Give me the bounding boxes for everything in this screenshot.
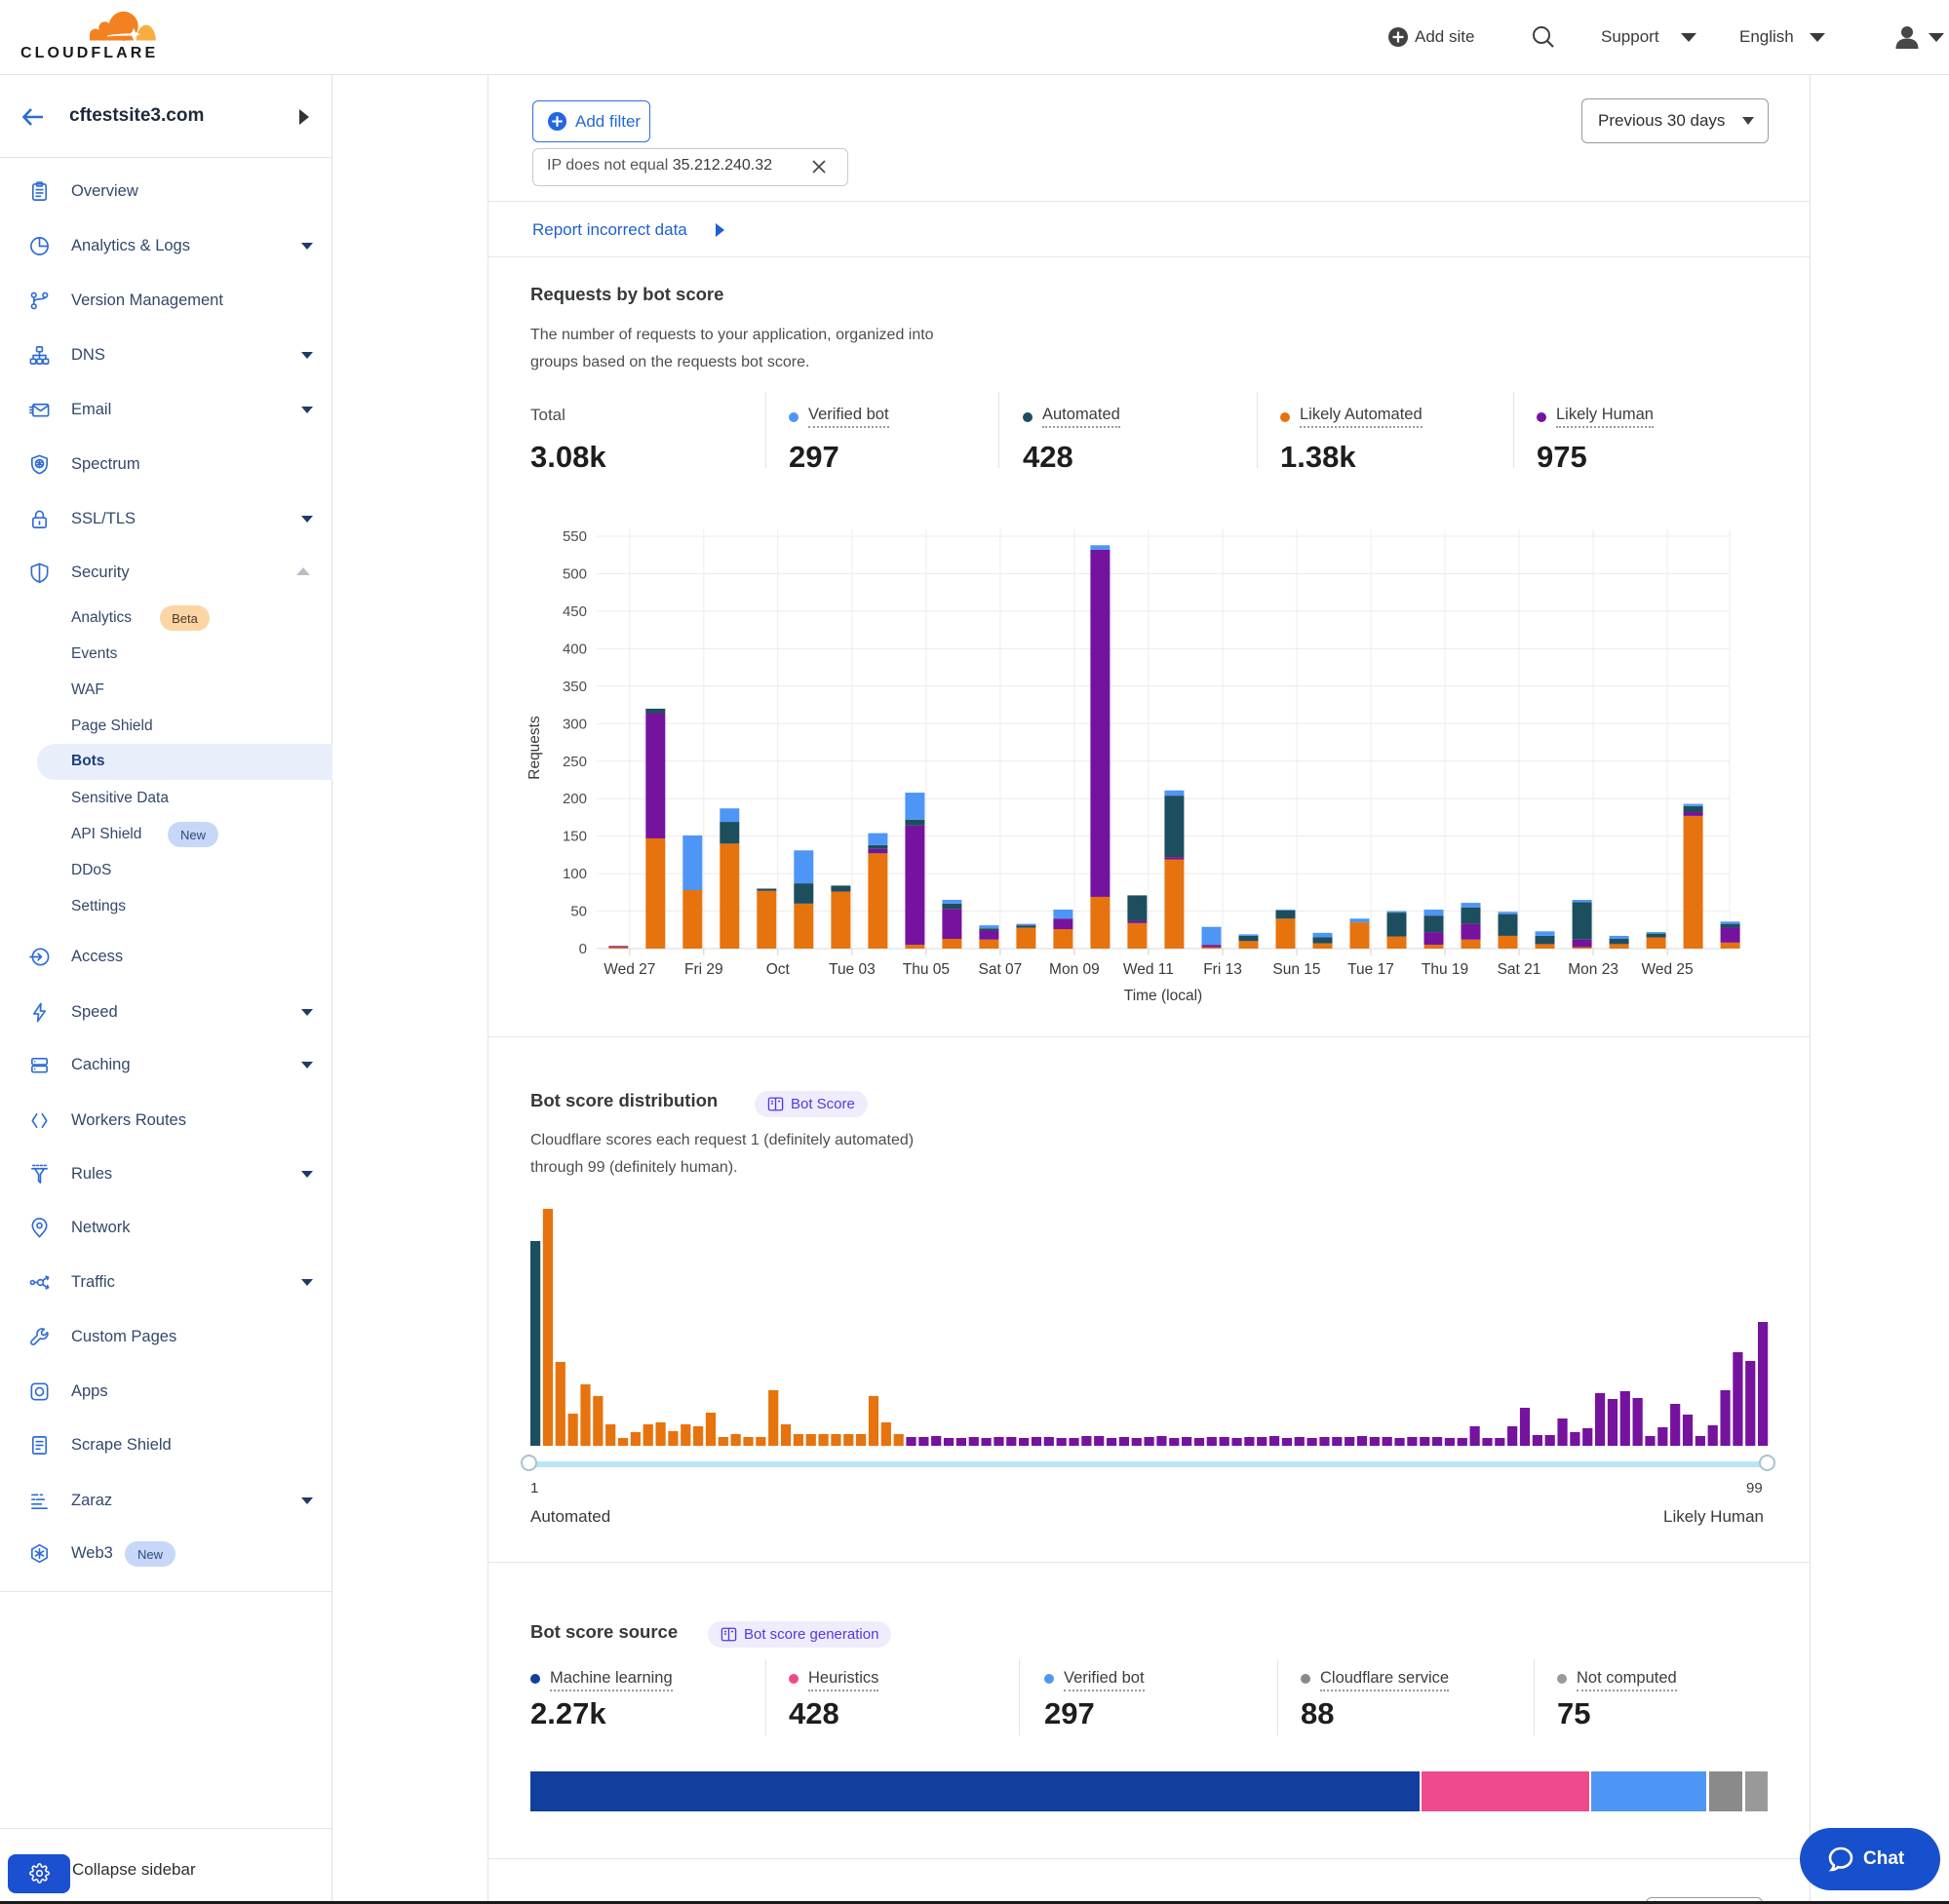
svg-text:Thu 05: Thu 05	[903, 961, 950, 978]
svg-text:Wed 27: Wed 27	[604, 961, 655, 978]
svg-text:Mon 09: Mon 09	[1049, 961, 1100, 978]
svg-text:Fri 13: Fri 13	[1203, 961, 1242, 978]
svg-text:Sat 21: Sat 21	[1498, 961, 1541, 978]
svg-text:100: 100	[563, 866, 587, 882]
svg-text:350: 350	[563, 679, 587, 695]
svg-text:0: 0	[579, 941, 587, 957]
svg-text:150: 150	[563, 829, 587, 845]
svg-text:Mon 23: Mon 23	[1568, 961, 1618, 978]
svg-text:Wed 11: Wed 11	[1123, 961, 1174, 978]
svg-text:50: 50	[570, 904, 587, 920]
svg-text:Time (local): Time (local)	[1124, 988, 1202, 1004]
svg-text:Tue 03: Tue 03	[829, 961, 876, 978]
svg-text:500: 500	[563, 566, 587, 583]
svg-text:200: 200	[563, 791, 587, 807]
svg-text:Sat 07: Sat 07	[978, 961, 1022, 978]
svg-text:Thu 19: Thu 19	[1422, 961, 1468, 978]
svg-text:Tue 17: Tue 17	[1347, 961, 1394, 978]
svg-text:250: 250	[563, 754, 587, 770]
svg-text:Requests: Requests	[526, 716, 543, 780]
svg-text:Wed 25: Wed 25	[1642, 961, 1694, 978]
svg-text:Fri 29: Fri 29	[684, 961, 723, 978]
svg-text:400: 400	[563, 641, 587, 657]
svg-text:Sun 15: Sun 15	[1272, 961, 1320, 978]
svg-text:450: 450	[563, 603, 587, 620]
svg-text:Oct: Oct	[766, 961, 791, 978]
svg-text:300: 300	[563, 716, 587, 732]
svg-text:550: 550	[563, 528, 587, 545]
